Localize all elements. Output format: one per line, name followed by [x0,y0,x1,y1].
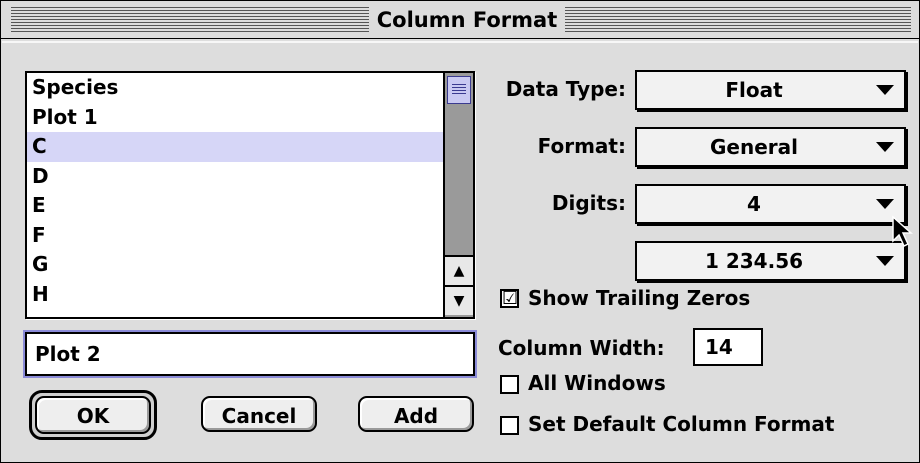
title-bar-stripes-right [565,7,911,33]
arrow-down-icon: ▼ [453,293,465,309]
list-scrollbar[interactable]: ▲ ▼ [443,73,473,317]
all-windows-checkbox[interactable] [500,375,519,394]
scroll-down-button[interactable]: ▼ [445,285,473,315]
format-value: General [710,135,798,159]
show-trailing-zeros-label: Show Trailing Zeros [528,286,751,310]
checkmark-icon: ☑ [502,288,519,309]
window-title: Column Format [371,7,563,33]
triangle-down-icon [876,142,894,152]
digits-label: Digits: [551,191,626,215]
column-name-input[interactable]: Plot 2 [25,332,475,376]
mouse-pointer-icon [892,215,913,248]
list-item[interactable]: D [27,162,443,192]
arrow-up-icon: ▲ [453,263,465,279]
column-width-label: Column Width: [498,336,665,360]
scroll-thumb[interactable] [447,76,471,104]
list-item[interactable]: G [27,250,443,280]
column-format-dialog: Column Format Species Plot 1 C D E F G H… [0,0,920,463]
cancel-button[interactable]: Cancel [201,396,317,432]
title-bar[interactable]: Column Format [1,1,919,39]
list-item-selected[interactable]: C [27,132,443,162]
data-type-value: Float [725,78,783,102]
all-windows-label: All Windows [528,371,666,395]
list-item[interactable]: H [27,280,443,310]
format-label: Format: [537,134,626,158]
triangle-down-icon [876,85,894,95]
format-popup[interactable]: General [635,127,906,167]
data-type-label: Data Type: [505,77,626,101]
digits-value: 4 [747,192,761,216]
column-width-input[interactable]: 14 [693,328,763,366]
scroll-up-button[interactable]: ▲ [445,255,473,285]
number-format-value: 1 234.56 [704,249,804,273]
column-list[interactable]: Species Plot 1 C D E F G H ▲ ▼ [25,71,475,319]
ok-button[interactable]: OK [35,396,151,434]
add-button[interactable]: Add [358,396,474,432]
list-item[interactable]: Species [27,73,443,103]
divider [2,41,918,43]
set-default-checkbox[interactable] [500,416,519,435]
digits-popup[interactable]: 4 [635,184,906,224]
show-trailing-zeros-checkbox[interactable]: ☑ [500,289,519,308]
number-format-popup[interactable]: 1 234.56 [635,241,906,281]
set-default-label: Set Default Column Format [528,412,835,436]
list-item[interactable]: E [27,191,443,221]
column-list-items: Species Plot 1 C D E F G H [27,73,443,317]
list-item[interactable]: F [27,221,443,251]
triangle-down-icon [876,199,894,209]
data-type-popup[interactable]: Float [635,70,906,110]
list-item[interactable]: Plot 1 [27,103,443,133]
triangle-down-icon [876,256,894,266]
title-bar-stripes-left [11,7,369,33]
